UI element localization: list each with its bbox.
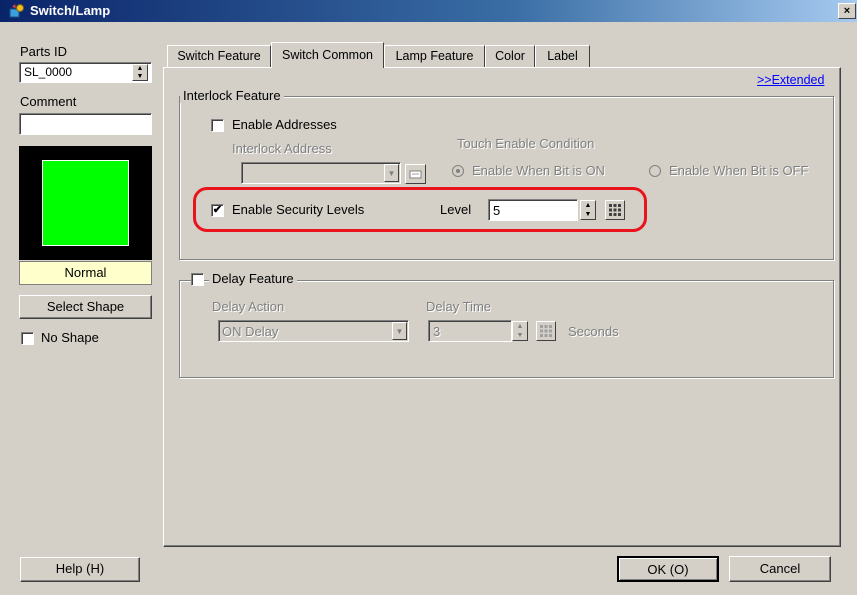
- no-shape-checkbox[interactable]: [21, 332, 34, 345]
- level-spinner[interactable]: ▲ ▼: [580, 200, 596, 220]
- ok-button[interactable]: OK (O): [617, 556, 719, 582]
- level-label: Level: [440, 202, 472, 217]
- enable-addresses-checkbox[interactable]: [211, 119, 224, 132]
- spin-up-icon[interactable]: ▲: [513, 322, 527, 331]
- delay-action-value: ON Delay: [222, 324, 279, 339]
- delay-time-input[interactable]: 3: [428, 320, 512, 342]
- tab-label[interactable]: Label: [535, 45, 590, 67]
- seconds-label: Seconds: [568, 324, 619, 339]
- comment-label: Comment: [20, 94, 77, 109]
- radio-enable-when-off[interactable]: [649, 165, 661, 177]
- delay-keypad-button[interactable]: [536, 321, 556, 341]
- interlock-address-dropdown[interactable]: ▼: [241, 162, 401, 184]
- close-button[interactable]: ×: [838, 3, 856, 19]
- radio-enable-when-on[interactable]: [452, 165, 464, 177]
- shape-preview: [19, 146, 152, 260]
- level-keypad-button[interactable]: [605, 200, 625, 220]
- help-button[interactable]: Help (H): [20, 557, 140, 582]
- spin-down-icon[interactable]: ▼: [581, 210, 595, 219]
- parts-id-value: SL_0000: [24, 65, 73, 79]
- radio-enable-when-on-label: Enable When Bit is ON: [472, 163, 605, 178]
- keypad-icon: [609, 204, 621, 216]
- window-title: Switch/Lamp: [30, 3, 111, 18]
- spin-up-icon[interactable]: ▲: [133, 65, 147, 73]
- comment-input[interactable]: [19, 113, 152, 135]
- delay-feature-checkbox[interactable]: [191, 273, 204, 286]
- spin-up-icon[interactable]: ▲: [581, 201, 595, 210]
- tab-color[interactable]: Color: [485, 45, 535, 67]
- chevron-down-icon[interactable]: ▼: [392, 322, 407, 340]
- radio-enable-when-off-label: Enable When Bit is OFF: [669, 163, 809, 178]
- level-input[interactable]: 5: [488, 199, 578, 221]
- parts-id-label: Parts ID: [20, 44, 67, 59]
- delay-action-label: Delay Action: [212, 299, 285, 314]
- keypad-icon: [409, 170, 422, 179]
- cancel-button[interactable]: Cancel: [729, 556, 831, 582]
- interlock-address-label: Interlock Address: [232, 141, 332, 156]
- spin-down-icon[interactable]: ▼: [133, 73, 147, 81]
- tab-lamp-feature[interactable]: Lamp Feature: [384, 45, 485, 67]
- parts-id-spinner[interactable]: ▲ ▼: [132, 64, 148, 81]
- radio-dot-icon: [456, 169, 460, 173]
- title-bar[interactable]: Switch/Lamp ×: [0, 0, 857, 22]
- tab-switch-common[interactable]: Switch Common: [271, 42, 384, 68]
- keypad-icon: [540, 325, 552, 337]
- lamp-shape: [42, 160, 129, 246]
- extended-link[interactable]: >>Extended: [757, 73, 824, 87]
- delay-title: Delay Feature: [209, 271, 297, 286]
- no-shape-label: No Shape: [41, 330, 99, 345]
- enable-security-label: Enable Security Levels: [232, 202, 365, 217]
- chevron-down-icon[interactable]: ▼: [384, 164, 399, 182]
- select-shape-button[interactable]: Select Shape: [19, 295, 152, 319]
- spin-down-icon[interactable]: ▼: [513, 331, 527, 340]
- enable-addresses-label: Enable Addresses: [232, 117, 337, 132]
- interlock-title: Interlock Feature: [180, 88, 284, 103]
- delay-time-label: Delay Time: [426, 299, 492, 314]
- delay-action-dropdown[interactable]: ON Delay ▼: [218, 320, 409, 342]
- app-icon: [9, 4, 24, 18]
- address-keypad-button[interactable]: [405, 164, 426, 184]
- delay-time-value: 3: [433, 324, 441, 339]
- touch-enable-label: Touch Enable Condition: [457, 136, 595, 151]
- enable-security-checkbox[interactable]: ✔: [211, 204, 224, 217]
- level-value: 5: [493, 203, 501, 218]
- preview-state[interactable]: Normal: [19, 261, 152, 285]
- tab-switch-feature[interactable]: Switch Feature: [167, 45, 271, 67]
- switch-lamp-dialog: Switch/Lamp × Parts ID SL_0000 ▲ ▼ Comme…: [0, 0, 857, 595]
- delay-time-spinner[interactable]: ▲ ▼: [512, 321, 528, 341]
